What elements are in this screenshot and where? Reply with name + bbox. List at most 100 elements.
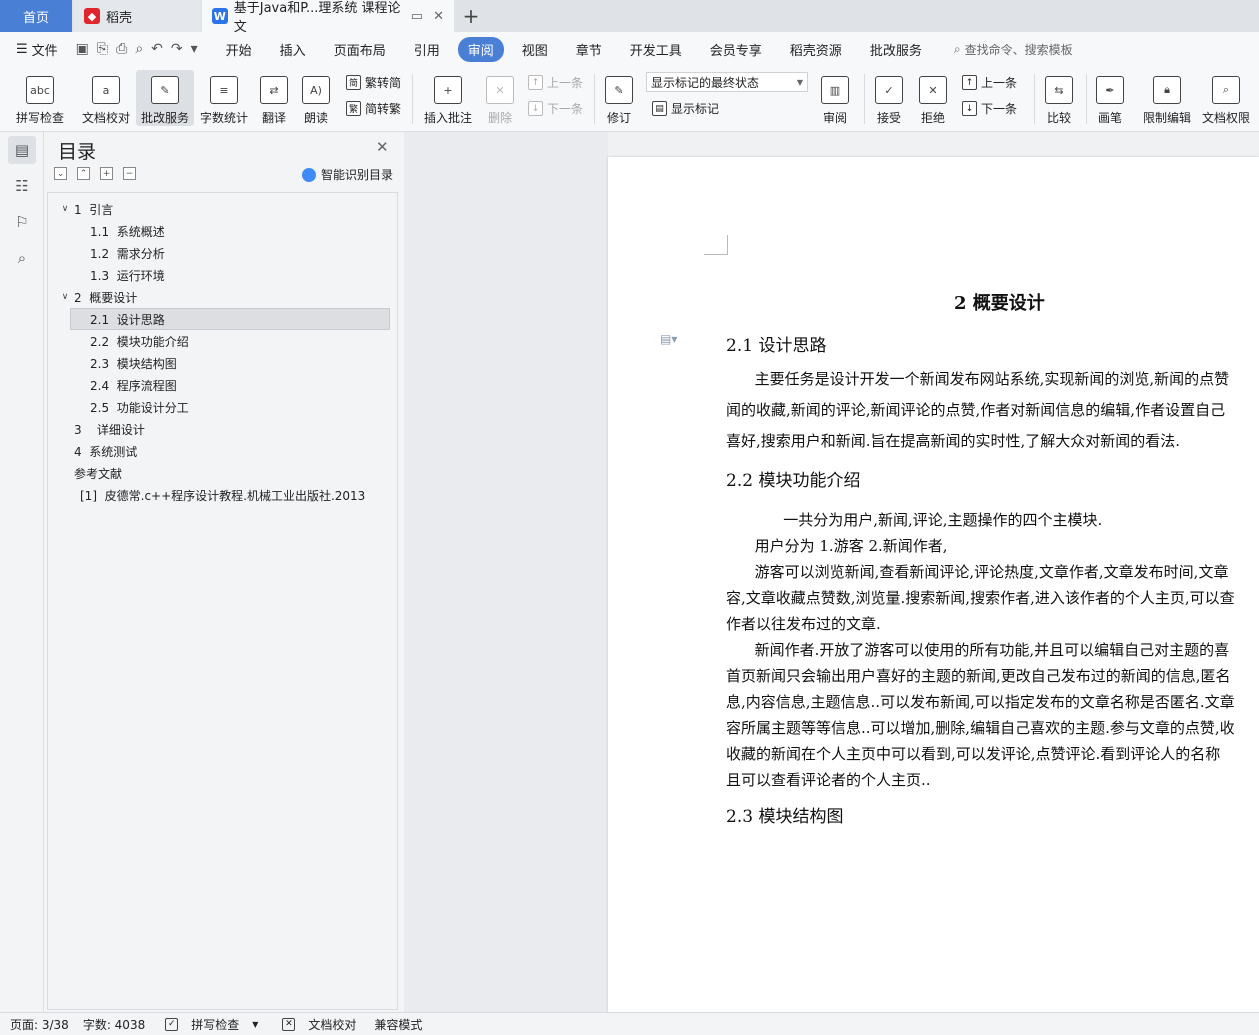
- toc-item[interactable]: 2.2 模块功能介绍: [48, 330, 397, 352]
- track-changes-button[interactable]: ✎ 修订: [600, 70, 638, 126]
- page-indicator[interactable]: 页面: 3/38: [10, 1016, 69, 1033]
- file-menu[interactable]: ☰ 文件: [16, 40, 58, 59]
- search-icon[interactable]: ⌕: [8, 244, 36, 272]
- toc-item-label: 1.3 运行环境: [90, 268, 165, 283]
- window-mode-icon[interactable]: ▭: [411, 9, 423, 24]
- expand-all-icon[interactable]: ⌄: [54, 167, 67, 180]
- tab-document[interactable]: W 基于Java和P...理系统 课程论文 ▭ ✕: [202, 0, 454, 35]
- spell-check-button[interactable]: abc 拼写检查: [10, 70, 70, 126]
- wps-writer-icon: W: [212, 8, 228, 24]
- accept-button[interactable]: ✓ 接受: [870, 70, 908, 126]
- document-page[interactable]: 2 概要设计 2.1 设计思路 主要任务是设计开发一个新闻发布网站系统,实现新闻…: [608, 157, 1259, 1012]
- to-traditional-button[interactable]: 繁 简转繁: [346, 100, 401, 117]
- section-heading-2-1: 2.1 设计思路: [726, 336, 827, 356]
- compare-button[interactable]: ⇆ 比较: [1040, 70, 1078, 126]
- menu-tab-3[interactable]: 引用: [404, 37, 450, 62]
- prev-change-button[interactable]: ↑ 上一条: [962, 74, 1017, 91]
- paragraph-line: 游客可以浏览新闻,查看新闻评论,评论热度,文章作者,文章发布时间,文章: [726, 563, 1229, 581]
- document-canvas[interactable]: 2 概要设计 2.1 设计思路 主要任务是设计开发一个新闻发布网站系统,实现新闻…: [404, 132, 1259, 1012]
- menu-tab-0[interactable]: 开始: [216, 37, 262, 62]
- toc-item[interactable]: 4 系统测试: [48, 440, 397, 462]
- add-heading-icon[interactable]: +: [100, 167, 113, 180]
- save-icon[interactable]: ▣: [76, 41, 89, 57]
- chevron-down-icon[interactable]: ∨: [58, 292, 72, 302]
- customize-icon[interactable]: ▾: [191, 41, 198, 57]
- toc-item-label: 2.5 功能设计分工: [90, 400, 189, 415]
- toc-item[interactable]: 2.1 设计思路: [70, 308, 390, 330]
- menu-tab-7[interactable]: 开发工具: [620, 37, 692, 62]
- show-markup-button[interactable]: ▤ 显示标记: [652, 100, 719, 117]
- redo-icon[interactable]: ↷: [171, 41, 183, 57]
- menu-tab-6[interactable]: 章节: [566, 37, 612, 62]
- smart-toc-button[interactable]: 智能识别目录: [302, 166, 393, 183]
- menu-tab-2[interactable]: 页面布局: [324, 37, 396, 62]
- menu-tab-9[interactable]: 稻壳资源: [780, 37, 852, 62]
- outline-icon[interactable]: ☷: [8, 172, 36, 200]
- nav-rail: ▤ ☷ ⚐ ⌕: [0, 132, 44, 1012]
- undo-icon[interactable]: ↶: [151, 41, 163, 57]
- status-spell-check[interactable]: ✓ 拼写检查 ▼: [155, 1016, 258, 1033]
- reject-button[interactable]: ✕ 拒绝: [914, 70, 952, 126]
- status-doc-proof[interactable]: ✕ 文档校对: [272, 1016, 356, 1033]
- insert-comment-button[interactable]: + 插入批注: [420, 70, 476, 126]
- pen-button[interactable]: ✒ 画笔: [1092, 70, 1128, 126]
- ribbon-divider: [594, 74, 595, 124]
- chevron-down-icon[interactable]: ∨: [58, 204, 72, 214]
- menu-tab-5[interactable]: 视图: [512, 37, 558, 62]
- print-icon[interactable]: ⎙: [116, 41, 127, 57]
- new-tab-button[interactable]: +: [458, 3, 484, 29]
- paragraph-line: 容所属主题等等信息..可以增加,删除,编辑自己喜欢的主题.参与文章的点赞,收: [726, 719, 1235, 737]
- word-count-indicator[interactable]: 字数: 4038: [83, 1016, 145, 1033]
- close-icon[interactable]: ✕: [376, 138, 389, 156]
- word-count-icon: ≡: [210, 76, 238, 104]
- toc-item[interactable]: 2.4 程序流程图: [48, 374, 397, 396]
- to-simplified-button[interactable]: 简 繁转简: [346, 74, 401, 91]
- page-top-gap: [608, 132, 1259, 157]
- toc-item[interactable]: 2.5 功能设计分工: [48, 396, 397, 418]
- correct-service-button[interactable]: ✎ 批改服务: [136, 70, 194, 126]
- tab-bar: 首页 ◆ 稻壳 W 基于Java和P...理系统 课程论文 ▭ ✕ +: [0, 0, 1259, 35]
- doc-permission-button[interactable]: ⌕ 文档权限: [1198, 70, 1254, 126]
- print-preview-icon[interactable]: ⌕: [135, 41, 143, 57]
- paragraph-options-icon[interactable]: ▤▾: [660, 332, 677, 346]
- toc-item[interactable]: 1.1 系统概述: [48, 220, 397, 242]
- review-pane-button[interactable]: ▥ 审阅: [816, 70, 854, 126]
- ribbon-divider: [1086, 74, 1087, 124]
- command-search[interactable]: ⌕ 查找命令、搜索模板: [954, 41, 1073, 58]
- toc-item-label: 1.1 系统概述: [90, 224, 165, 239]
- menu-tab-4[interactable]: 审阅: [457, 36, 504, 62]
- next-change-button[interactable]: ↓ 下一条: [962, 100, 1017, 117]
- word-count-button[interactable]: ≡ 字数统计: [198, 70, 250, 126]
- doc-proof-button[interactable]: a 文档校对: [78, 70, 134, 126]
- toc-item[interactable]: ∨ 1 引言: [48, 198, 397, 220]
- prev-comment-button[interactable]: ↑ 上一条: [528, 74, 583, 91]
- translate-button[interactable]: ⇄ 翻译: [254, 70, 294, 126]
- restrict-edit-button[interactable]: 🔒︎ 限制编辑: [1140, 70, 1194, 126]
- toc-item[interactable]: 1.2 需求分析: [48, 242, 397, 264]
- remove-heading-icon[interactable]: −: [123, 167, 136, 180]
- bookmark-icon[interactable]: ⚐: [8, 208, 36, 236]
- menu-tabs: 开始 插入 页面布局 引用 审阅 视图 章节 开发工具 会员专享 稻壳资源 批改服务: [216, 36, 940, 62]
- next-comment-button[interactable]: ↓ 下一条: [528, 100, 583, 117]
- markup-state-select[interactable]: 显示标记的最终状态 ▼: [646, 72, 808, 92]
- tab-daoke[interactable]: ◆ 稻壳: [74, 0, 200, 32]
- toc-item[interactable]: 参考文献: [48, 462, 397, 484]
- read-aloud-button[interactable]: A) 朗读: [298, 70, 334, 126]
- toc-item[interactable]: [1] 皮德常.c++程序设计教程.机械工业出版社.2013: [48, 484, 397, 506]
- paragraph-line: 首页新闻只会输出用户喜好的主题的新闻,更改自己发布过的新闻的信息,匿名: [726, 667, 1231, 685]
- toc-item-label: 1.2 需求分析: [90, 246, 165, 261]
- toc-item[interactable]: ∨ 2 概要设计: [48, 286, 397, 308]
- menu-tab-1[interactable]: 插入: [270, 37, 316, 62]
- toc-item[interactable]: 1.3 运行环境: [48, 264, 397, 286]
- export-icon[interactable]: ⎘: [97, 41, 108, 57]
- toc-item[interactable]: 2.3 模块结构图: [48, 352, 397, 374]
- delete-comment-button[interactable]: ✕ 删除: [480, 70, 520, 126]
- collapse-all-icon[interactable]: ⌃: [77, 167, 90, 180]
- toc-icon[interactable]: ▤: [8, 136, 36, 164]
- menu-tab-10[interactable]: 批改服务: [860, 37, 932, 62]
- compare-icon: ⇆: [1045, 76, 1073, 104]
- menu-tab-8[interactable]: 会员专享: [700, 37, 772, 62]
- close-icon[interactable]: ✕: [433, 9, 444, 24]
- tab-home[interactable]: 首页: [0, 0, 72, 32]
- toc-item[interactable]: 3 详细设计: [48, 418, 397, 440]
